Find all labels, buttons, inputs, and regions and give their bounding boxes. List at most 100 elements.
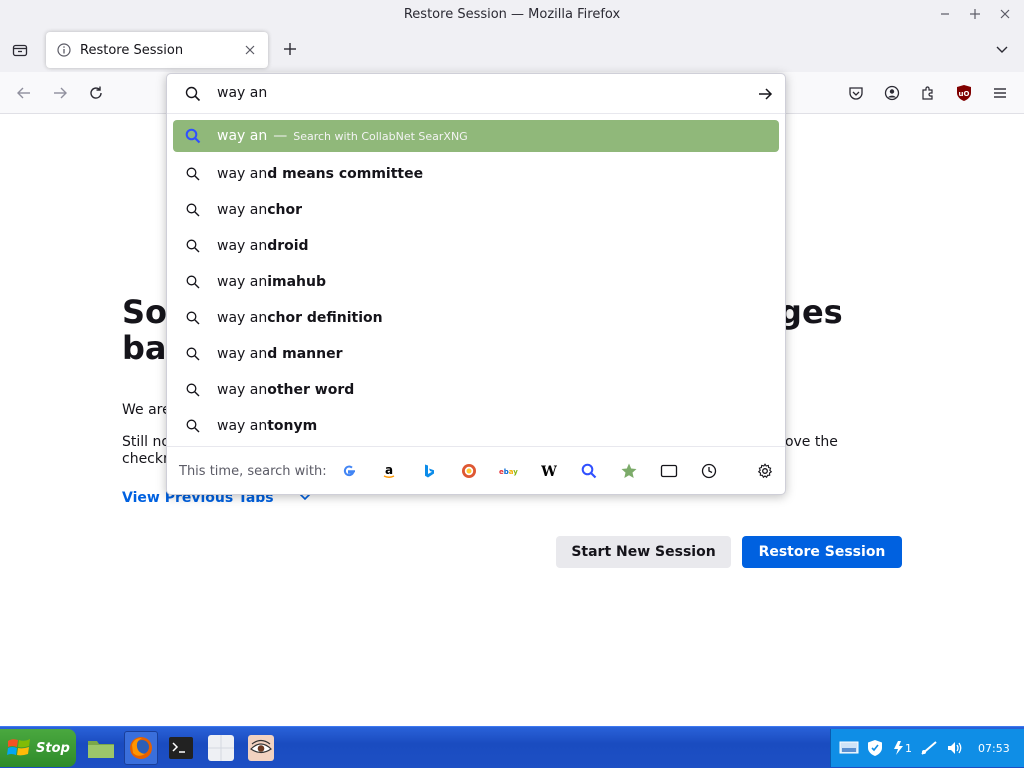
account-button[interactable] — [880, 81, 904, 105]
back-button[interactable] — [12, 81, 36, 105]
list-all-tabs-button[interactable] — [992, 40, 1012, 60]
plus-icon — [284, 43, 296, 55]
suggestion-completion: chor definition — [267, 310, 383, 326]
tab-close-button[interactable] — [242, 42, 258, 58]
suggestion-text: way another word — [217, 382, 354, 398]
taskbar-eye-app[interactable] — [244, 731, 278, 765]
maximize-button[interactable] — [964, 3, 986, 25]
taskbar-firefox[interactable] — [124, 731, 158, 765]
tray-display-icon[interactable] — [839, 738, 859, 758]
engine-wikipedia-button[interactable]: W — [537, 459, 561, 483]
suggestion-completion: imahub — [267, 274, 327, 290]
suggestion-prefix: way an — [217, 238, 268, 254]
search-icon — [185, 166, 201, 182]
search-icon — [185, 346, 201, 362]
firefox-view-icon — [12, 44, 28, 57]
terminal-icon — [169, 737, 193, 759]
search-tabs-button[interactable] — [657, 459, 681, 483]
suggestion-text: way and means committee — [217, 166, 423, 182]
taskbar-terminal[interactable] — [164, 731, 198, 765]
suggestion-text: way anchor definition — [217, 310, 383, 326]
suggestion-prefix: way an — [217, 382, 268, 398]
window-title: Restore Session — Mozilla Firefox — [403, 6, 621, 22]
eye-icon — [248, 735, 274, 761]
tray-shield-icon[interactable] — [867, 738, 883, 758]
suggestion-text: way animahub — [217, 274, 326, 290]
ublock-origin-button[interactable]: uO — [952, 81, 976, 105]
suggestion-row[interactable]: way anchor — [173, 192, 779, 228]
engine-ebay-button[interactable]: ebay — [497, 459, 521, 483]
engine-amazon-button[interactable]: a — [377, 459, 401, 483]
search-icon — [185, 382, 201, 398]
search-bookmarks-button[interactable] — [617, 459, 641, 483]
account-icon — [884, 85, 900, 101]
search-settings-button[interactable] — [753, 459, 777, 483]
app-menu-button[interactable] — [988, 81, 1012, 105]
arrow-left-icon — [17, 87, 30, 99]
new-tab-button[interactable] — [277, 36, 303, 62]
searxng-search-icon — [185, 128, 201, 144]
suggestion-row[interactable]: way anchor definition — [173, 300, 779, 336]
tab-strip: Restore Session — [0, 28, 1024, 72]
info-icon — [56, 42, 72, 58]
url-input[interactable] — [217, 85, 717, 101]
engine-bing-button[interactable] — [417, 459, 441, 483]
suggestion-row[interactable]: way and means committee — [173, 156, 779, 192]
firefox-view-button[interactable] — [8, 38, 32, 62]
engine-duckduckgo-button[interactable] — [457, 459, 481, 483]
suggestion-completion: droid — [267, 238, 309, 254]
wikipedia-icon: W — [540, 464, 557, 479]
search-icon — [185, 86, 201, 102]
start-button[interactable]: Stop — [0, 729, 76, 767]
taskbar-app-blank[interactable] — [204, 731, 238, 765]
restore-session-button[interactable]: Restore Session — [742, 536, 902, 568]
suggestion-row[interactable]: way and manner — [173, 336, 779, 372]
firefox-icon — [130, 737, 152, 759]
search-history-button[interactable] — [697, 459, 721, 483]
suggestion-text: way antonym — [217, 418, 317, 434]
suggestion-action: Search with CollabNet SearXNG — [293, 130, 468, 143]
tray-volume-icon[interactable] — [946, 738, 964, 758]
suggestion-selected-text: way an — Search with CollabNet SearXNG — [217, 128, 468, 144]
paragraph2-line2-fragment: checkn — [122, 451, 172, 467]
forward-button[interactable] — [48, 81, 72, 105]
tray-badge-count: 1 — [905, 741, 912, 755]
maximize-icon — [970, 9, 980, 19]
arrow-right-icon — [54, 87, 67, 99]
tab-restore-session[interactable]: Restore Session — [46, 32, 268, 68]
extensions-button[interactable] — [916, 81, 940, 105]
suggestion-row[interactable]: way antonym — [173, 408, 779, 444]
suggestion-row[interactable]: way android — [173, 228, 779, 264]
suggestion-prefix: way an — [217, 202, 268, 218]
minimize-button[interactable] — [934, 3, 956, 25]
suggestion-separator: — — [273, 128, 288, 144]
gear-icon — [757, 463, 773, 479]
engine-google-button[interactable] — [337, 459, 361, 483]
suggestion-prefix: way an — [217, 166, 268, 182]
start-new-session-button[interactable]: Start New Session — [556, 536, 731, 568]
close-window-button[interactable] — [994, 3, 1016, 25]
bing-icon — [425, 464, 434, 478]
svg-text:uO: uO — [959, 90, 970, 98]
taskbar-file-manager[interactable] — [84, 731, 118, 765]
one-off-search-row: This time, search with: a ebay W — [167, 446, 785, 494]
hamburger-menu-icon — [994, 88, 1006, 98]
suggestion-text: way android — [217, 238, 309, 254]
suggestion-selected[interactable]: way an — Search with CollabNet SearXNG — [173, 120, 779, 152]
suggestion-list: way an — Search with CollabNet SearXNG way… — [173, 120, 779, 444]
svg-text:a: a — [385, 463, 393, 477]
suggestion-row[interactable]: way animahub — [173, 264, 779, 300]
go-button[interactable] — [755, 84, 775, 104]
suggestion-prefix: way an — [217, 310, 268, 326]
suggestion-completion: d means committee — [267, 166, 424, 182]
suggestion-row[interactable]: way another word — [173, 372, 779, 408]
engine-searxng-button[interactable] — [577, 459, 601, 483]
tray-notification-icon[interactable]: 1 — [891, 738, 912, 758]
pocket-button[interactable] — [844, 81, 868, 105]
chevron-down-icon — [996, 46, 1008, 53]
suggestion-query: way an — [217, 128, 268, 144]
reload-button[interactable] — [84, 81, 108, 105]
search-icon — [185, 238, 201, 254]
tray-network-icon[interactable] — [920, 738, 938, 758]
duckduckgo-icon — [462, 464, 476, 478]
